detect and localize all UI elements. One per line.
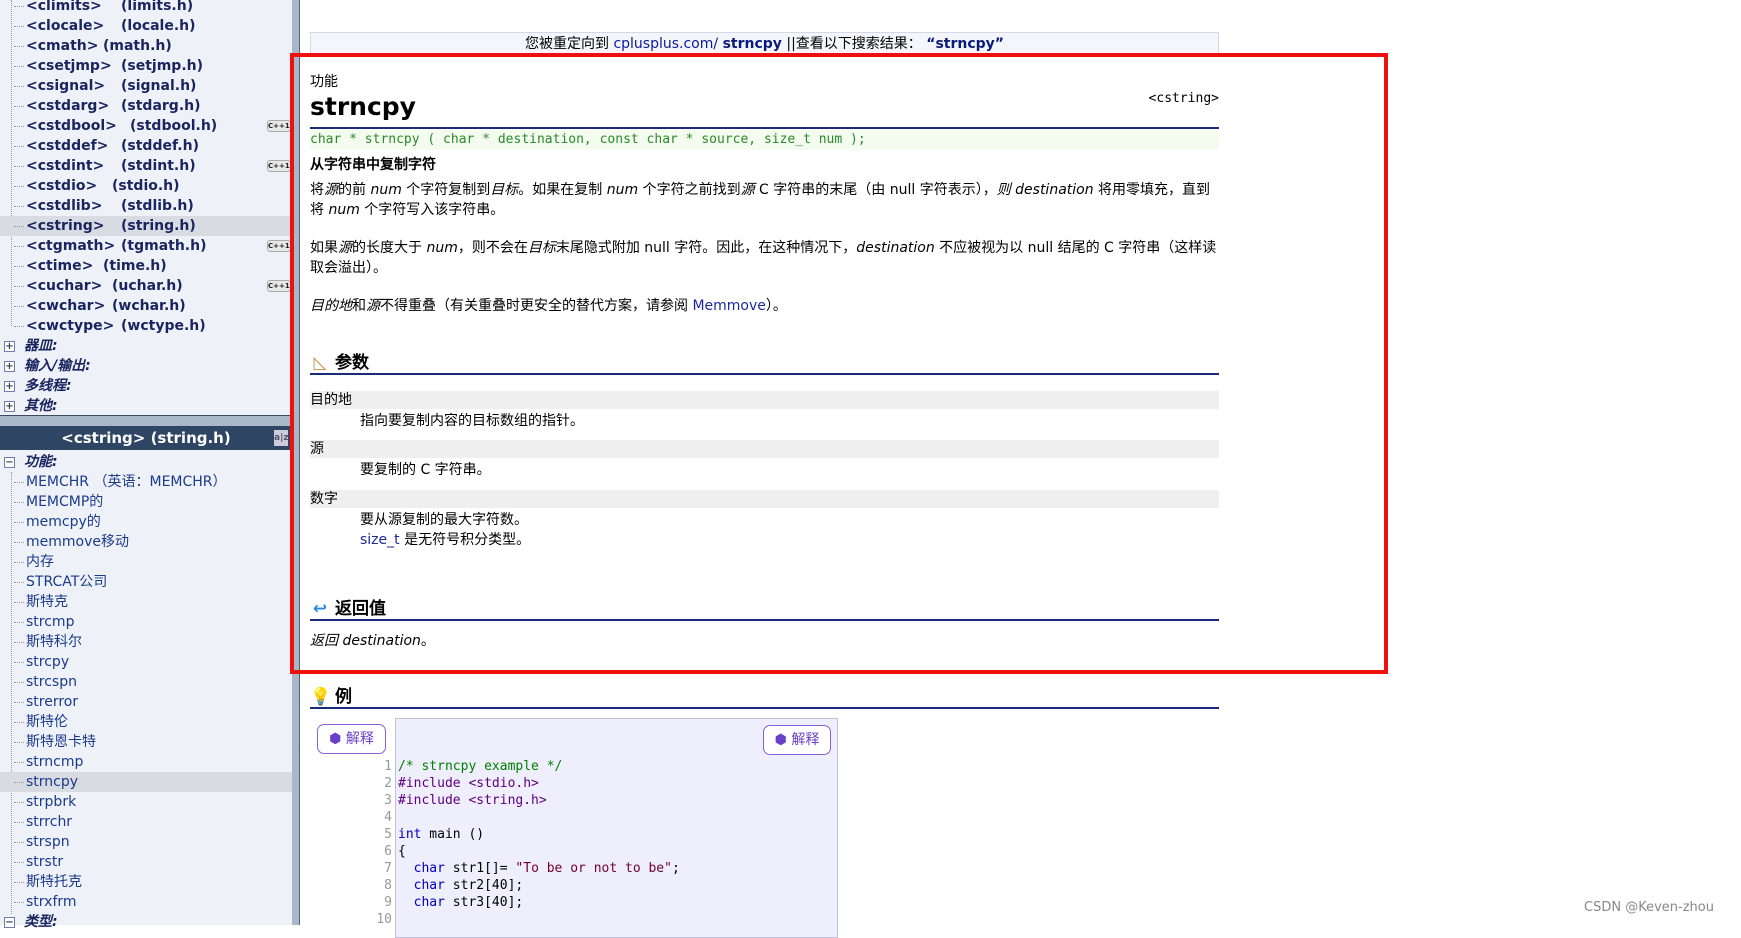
sidebar-header-item[interactable]: <csetjmp> (setjmp.h) <box>0 56 292 76</box>
cpp11-badge: C++11 <box>267 160 295 172</box>
collapse-icon[interactable]: − <box>4 917 15 928</box>
code-line: char str2[40]; <box>398 878 524 893</box>
sidebar-function-item[interactable]: strncmp <box>0 752 292 772</box>
search-link[interactable]: 查看以下搜索结果： “strncpy” <box>796 36 1004 52</box>
header-tree-panel: <climits> (limits.h) <clocale> (locale.h) <c… <box>0 0 295 416</box>
sidebar-function-item[interactable]: MEMCMP的 <box>0 492 292 512</box>
sidebar-header-item[interactable]: <cstdlib> (stdlib.h) <box>0 196 292 216</box>
sidebar-category[interactable]: + 器皿: <box>0 336 292 356</box>
highlight-box <box>290 53 1388 674</box>
code-line: /* strncpy example */ <box>398 759 563 774</box>
sidebar-header-item[interactable]: <cwchar> (wchar.h) <box>0 296 292 316</box>
sidebar-category[interactable]: + 输入/输出: <box>0 356 292 376</box>
site-link[interactable]: cplusplus.com/ <box>613 36 718 52</box>
sidebar-function-item[interactable]: strpbrk <box>0 792 292 812</box>
sidebar-function-item[interactable]: memcpy的 <box>0 512 292 532</box>
sidebar-header-item[interactable]: <cstdio> (stdio.h) <box>0 176 292 196</box>
sidebar: <climits> (limits.h) <clocale> (locale.h) <c… <box>0 0 295 930</box>
explain-button[interactable]: ⬢ 解释 <box>763 725 831 755</box>
sidebar-header-item[interactable]: <cstddef> (stddef.h) <box>0 136 292 156</box>
code-line: { <box>398 844 406 859</box>
code-line: #include <stdio.h> <box>398 776 539 791</box>
expand-icon[interactable]: + <box>4 401 15 412</box>
sidebar-function-item[interactable]: 内存 <box>0 552 292 572</box>
sort-icon[interactable]: a|z <box>274 430 289 446</box>
example-heading: 💡 例 <box>310 685 1219 709</box>
line-number: 7 <box>384 861 392 876</box>
sidebar-function-item[interactable]: strerror <box>0 692 292 712</box>
line-number: 5 <box>384 827 392 842</box>
code-line: char str3[40]; <box>398 895 524 910</box>
line-number: 6 <box>384 844 392 859</box>
category-types[interactable]: − 类型: <box>0 912 292 932</box>
sidebar-function-item[interactable]: memmove移动 <box>0 532 292 552</box>
line-number: 8 <box>384 878 392 893</box>
sidebar-function-item[interactable]: strcmp <box>0 612 292 632</box>
sidebar-function-item[interactable]: 斯特克 <box>0 592 292 612</box>
line-number: 1 <box>384 759 392 774</box>
sidebar-function-item[interactable]: strncpy <box>0 772 292 792</box>
cpp11-badge: C++11 <box>267 120 295 132</box>
code-line: #include <string.h> <box>398 793 547 808</box>
function-tree-panel: − 功能: MEMCHR （英语：MEMCHR） MEMCMP的 memcpy的 mem… <box>0 450 292 930</box>
cpp11-badge: C++11 <box>267 240 295 252</box>
sidebar-function-item[interactable]: strcspn <box>0 672 292 692</box>
sidebar-header-item[interactable]: <cstring> (string.h) <box>0 216 292 236</box>
sidebar-function-item[interactable]: strspn <box>0 832 292 852</box>
panel-title: <cstring> (string.h) a|z <box>0 426 292 450</box>
sidebar-category[interactable]: + 多线程: <box>0 376 292 396</box>
code-line: char str1[]= "To be or not to be"; <box>398 861 680 876</box>
sidebar-header-item[interactable]: <ctgmath> (tgmath.h) C++11 <box>0 236 295 256</box>
line-number: 2 <box>384 776 392 791</box>
sidebar-function-item[interactable]: STRCAT公司 <box>0 572 292 592</box>
sidebar-function-item[interactable]: 斯特科尔 <box>0 632 292 652</box>
sidebar-header-item[interactable]: <cstdint> (stdint.h) C++11 <box>0 156 295 176</box>
sidebar-header-item[interactable]: <climits> (limits.h) <box>0 0 292 16</box>
sidebar-header-item[interactable]: <cuchar> (uchar.h) C++11 <box>0 276 295 296</box>
sidebar-header-item[interactable]: <cwctype> (wctype.h) <box>0 316 292 336</box>
code-line: int main () <box>398 827 485 842</box>
brain-icon: ⬢ <box>774 732 787 748</box>
sidebar-function-item[interactable]: MEMCHR （英语：MEMCHR） <box>0 472 292 492</box>
expand-icon[interactable]: + <box>4 381 15 392</box>
sidebar-function-item[interactable]: strxfrm <box>0 892 292 912</box>
sidebar-header-item[interactable]: <csignal> (signal.h) <box>0 76 292 96</box>
collapse-icon[interactable]: − <box>4 457 15 468</box>
sidebar-header-item[interactable]: <cstdbool> (stdbool.h) C++11 <box>0 116 295 136</box>
lightbulb-icon: 💡 <box>310 687 332 707</box>
sidebar-function-item[interactable]: strstr <box>0 852 292 872</box>
line-number: 4 <box>384 810 392 825</box>
sidebar-header-item[interactable]: <cstdarg> (stdarg.h) <box>0 96 292 116</box>
sidebar-header-item[interactable]: <cmath> (math.h) <box>0 36 292 56</box>
expand-icon[interactable]: + <box>4 361 15 372</box>
sidebar-function-item[interactable]: 斯特托克 <box>0 872 292 892</box>
watermark: CSDN @Keven-zhou <box>1584 900 1714 915</box>
line-number: 3 <box>384 793 392 808</box>
sidebar-header-item[interactable]: <ctime> (time.h) <box>0 256 292 276</box>
explain-button[interactable]: ⬢ 解释 <box>317 724 386 754</box>
cpp11-badge: C++11 <box>267 280 295 292</box>
brain-icon: ⬢ <box>329 731 342 747</box>
sidebar-function-item[interactable]: strcpy <box>0 652 292 672</box>
sidebar-header-item[interactable]: <clocale> (locale.h) <box>0 16 292 36</box>
sidebar-function-item[interactable]: 斯特伦 <box>0 712 292 732</box>
expand-icon[interactable]: + <box>4 341 15 352</box>
sidebar-function-item[interactable]: strrchr <box>0 812 292 832</box>
sidebar-category[interactable]: + 其他: <box>0 396 292 416</box>
category-functions[interactable]: − 功能: <box>0 452 292 472</box>
line-number: 9 <box>384 895 392 910</box>
sidebar-function-item[interactable]: 斯特恩卡特 <box>0 732 292 752</box>
